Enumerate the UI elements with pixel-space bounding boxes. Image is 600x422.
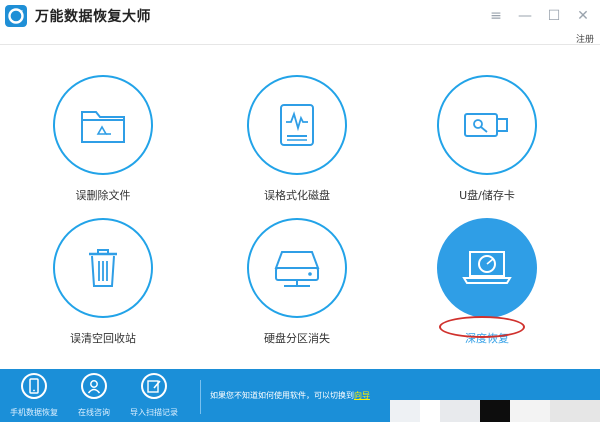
tile-label: 硬盘分区消失 <box>264 332 330 345</box>
register-link[interactable]: 注册 <box>576 32 594 45</box>
phone-recovery-button[interactable]: 手机数据恢复 <box>2 373 66 419</box>
tile-circle[interactable] <box>53 218 153 318</box>
mosaic-block <box>390 400 420 422</box>
bottom-label: 手机数据恢复 <box>10 408 58 417</box>
tile-circle[interactable] <box>247 218 347 318</box>
tile-circle[interactable] <box>53 75 153 175</box>
close-button[interactable]: ✕ <box>572 5 594 27</box>
hard-drive-network-icon <box>274 251 320 287</box>
sub-bar: 注册 <box>0 32 600 45</box>
tile-label: 误清空回收站 <box>70 332 136 345</box>
laptop-disc-icon <box>462 251 512 284</box>
menu-button[interactable]: ≡ <box>485 5 507 27</box>
tile-label: U盘/储存卡 <box>459 189 515 202</box>
tile-circle[interactable] <box>437 75 537 175</box>
online-consult-button[interactable]: 在线咨询 <box>62 373 126 419</box>
bottom-label: 在线咨询 <box>78 408 110 417</box>
tile-recycle-bin[interactable]: 误清空回收站 <box>30 218 180 368</box>
usb-drive-icon <box>464 113 508 137</box>
bottom-label: 导入扫描记录 <box>130 408 178 417</box>
mosaic-block <box>480 400 510 422</box>
hint-text: 如果您不知道如何使用软件，可以切换到向导 <box>210 390 370 401</box>
tile-usb-card[interactable]: U盘/储存卡 <box>414 75 564 225</box>
maximize-button[interactable]: ☐ <box>543 5 565 27</box>
title-bar: 万能数据恢复大师 ≡ — ☐ ✕ <box>0 0 600 32</box>
app-logo-icon <box>5 5 27 27</box>
mosaic-block <box>440 400 480 422</box>
import-scan-button[interactable]: 导入扫描记录 <box>122 373 186 419</box>
folder-recycle-icon <box>81 111 125 143</box>
phone-icon <box>21 373 47 399</box>
trash-bin-icon <box>89 249 117 287</box>
hint-message: 如果您不知道如何使用软件，可以切换到 <box>210 391 354 400</box>
disk-waveform-icon <box>280 104 314 146</box>
edit-import-icon <box>141 373 167 399</box>
tile-partition-lost[interactable]: 硬盘分区消失 <box>224 218 374 368</box>
user-icon <box>81 373 107 399</box>
wizard-link[interactable]: 向导 <box>354 391 370 400</box>
tile-label: 误删除文件 <box>75 189 131 202</box>
app-title: 万能数据恢复大师 <box>35 9 151 25</box>
highlight-ring <box>439 316 525 338</box>
tile-circle[interactable] <box>247 75 347 175</box>
tile-circle[interactable] <box>437 218 537 318</box>
bottom-divider <box>200 380 201 414</box>
tile-deep-recovery[interactable]: 深度恢复 <box>414 218 564 368</box>
minimize-button[interactable]: — <box>514 5 536 27</box>
mosaic-block <box>550 400 600 422</box>
tile-label: 误格式化磁盘 <box>264 189 330 202</box>
tile-deleted-files[interactable]: 误删除文件 <box>30 75 180 225</box>
mosaic-block <box>510 400 550 422</box>
mosaic-block <box>420 400 440 422</box>
tile-formatted-disk[interactable]: 误格式化磁盘 <box>224 75 374 225</box>
